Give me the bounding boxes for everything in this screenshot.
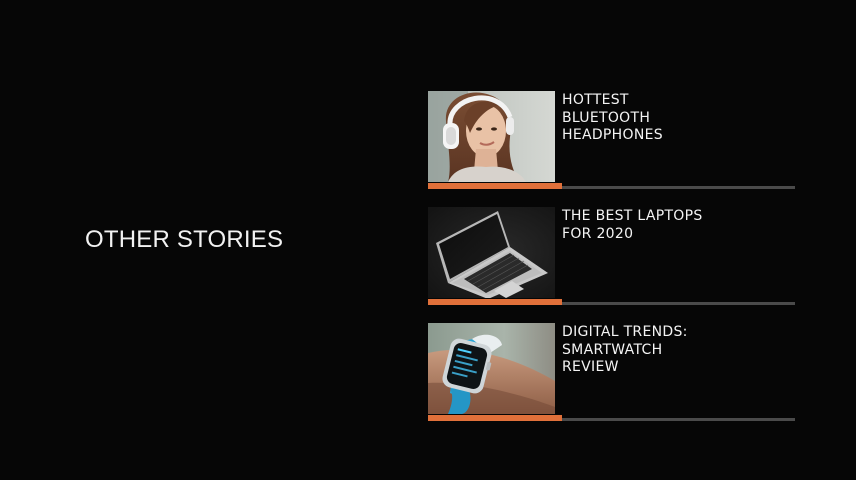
story-title[interactable]: DIGITAL TRENDS: SMARTWATCH REVIEW [562, 324, 712, 377]
story-card-smartwatch[interactable]: DIGITAL TRENDS: SMARTWATCH REVIEW [428, 323, 795, 423]
story-thumbnail[interactable] [428, 323, 555, 414]
progress-fill [428, 183, 562, 189]
story-card-laptops[interactable]: THE BEST LAPTOPS FOR 2020 [428, 207, 795, 307]
story-card-headphones[interactable]: HOTTEST BLUETOOTH HEADPHONES [428, 91, 795, 191]
story-thumbnail[interactable] [428, 91, 555, 182]
smartwatch-photo [428, 323, 555, 414]
story-thumbnail[interactable] [428, 207, 555, 298]
section-title: OTHER STORIES [85, 226, 284, 253]
other-stories-section: OTHER STORIES HOTTEST BLUETOOTH HEADPHON… [0, 0, 856, 480]
story-title[interactable]: HOTTEST BLUETOOTH HEADPHONES [562, 92, 712, 145]
progress-fill [428, 415, 562, 421]
story-title[interactable]: THE BEST LAPTOPS FOR 2020 [562, 208, 712, 243]
progress-fill [428, 299, 562, 305]
woman-with-headphones-photo [428, 91, 555, 182]
laptop-photo [428, 207, 555, 298]
